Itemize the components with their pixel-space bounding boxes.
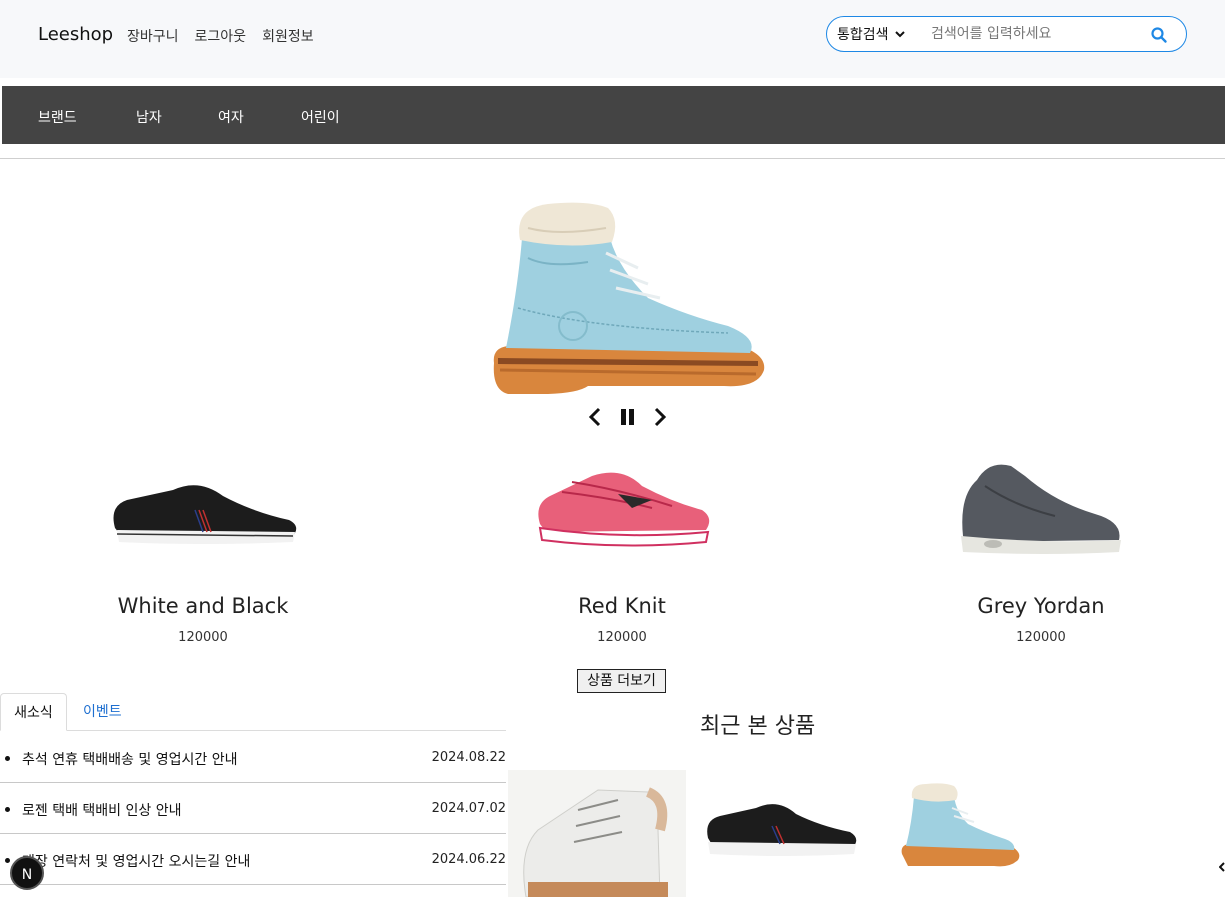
nav-item-men[interactable]: 남자 (136, 107, 162, 127)
recent-product-image[interactable] (700, 796, 860, 860)
carousel-controls (586, 406, 670, 428)
search-bar: 통합검색 (826, 16, 1187, 52)
nav-item-kids[interactable]: 어린이 (301, 107, 340, 127)
bullet (5, 807, 10, 812)
search-icon[interactable] (1150, 26, 1168, 44)
chevron-right-icon[interactable] (650, 406, 670, 428)
logout-link[interactable]: 로그아웃 (195, 26, 247, 46)
hero-boot-image (493, 202, 765, 394)
news-date: 2024.08.22 (431, 750, 506, 765)
tab-news[interactable]: 새소식 (0, 693, 67, 731)
product-price: 120000 (178, 630, 228, 645)
scroll-indicator-icon (1219, 862, 1225, 872)
account-links: 장바구니 로그아웃 회원정보 (127, 26, 314, 46)
product-card[interactable]: Red Knit 120000 (472, 462, 772, 650)
product-card[interactable]: White and Black 120000 (53, 470, 353, 650)
member-info-link[interactable]: 회원정보 (262, 26, 314, 46)
list-item[interactable]: 로젠 택배 택배비 인상 안내 2024.07.02 (0, 783, 506, 834)
product-image (538, 472, 710, 547)
main-nav: 브랜드 남자 여자 어린이 (2, 86, 1225, 144)
cart-link[interactable]: 장바구니 (127, 26, 179, 46)
tab-events[interactable]: 이벤트 (83, 693, 122, 731)
product-name: Grey Yordan (977, 594, 1105, 618)
product-name: White and Black (117, 594, 289, 618)
recent-product-image[interactable] (898, 782, 1022, 868)
list-item[interactable]: 추석 연휴 택배배송 및 영업시간 안내 2024.08.22 (0, 732, 506, 783)
section-divider (0, 158, 1225, 159)
search-category-select[interactable]: 통합검색 (837, 24, 923, 44)
bullet (5, 756, 10, 761)
pause-icon[interactable] (618, 406, 638, 428)
search-category-label: 통합검색 (837, 27, 889, 43)
search-input[interactable] (931, 26, 1141, 42)
product-name: Red Knit (578, 594, 666, 618)
news-tabs: 새소식 이벤트 (0, 693, 506, 731)
news-title: 매장 연락처 및 영업시간 오시는길 안내 (22, 854, 251, 870)
top-header: Leeshop 장바구니 로그아웃 회원정보 통합검색 (0, 0, 1225, 78)
product-price: 120000 (597, 630, 647, 645)
nav-item-women[interactable]: 여자 (218, 107, 244, 127)
more-products-button[interactable]: 상품 더보기 (577, 669, 666, 693)
product-image (113, 485, 297, 544)
news-date: 2024.07.02 (431, 801, 506, 816)
bullet (5, 858, 10, 863)
chevron-left-icon[interactable] (586, 406, 606, 428)
recent-product-image[interactable] (508, 770, 686, 897)
nav-item-brand[interactable]: 브랜드 (38, 107, 77, 127)
chevron-down-icon (894, 31, 905, 38)
product-price: 120000 (1016, 630, 1066, 645)
recent-title: 최근 본 상품 (700, 714, 816, 739)
news-date: 2024.06.22 (431, 852, 506, 867)
news-title: 로젠 택배 택배비 인상 안내 (22, 803, 182, 819)
news-title: 추석 연휴 택배배송 및 영업시간 안내 (22, 752, 238, 768)
framework-badge[interactable]: N (10, 856, 44, 890)
product-card[interactable]: Grey Yordan 120000 (891, 456, 1191, 650)
site-logo[interactable]: Leeshop (38, 24, 113, 45)
list-item[interactable]: 매장 연락처 및 영업시간 오시는길 안내 2024.06.22 (0, 834, 506, 885)
product-image (961, 464, 1121, 554)
